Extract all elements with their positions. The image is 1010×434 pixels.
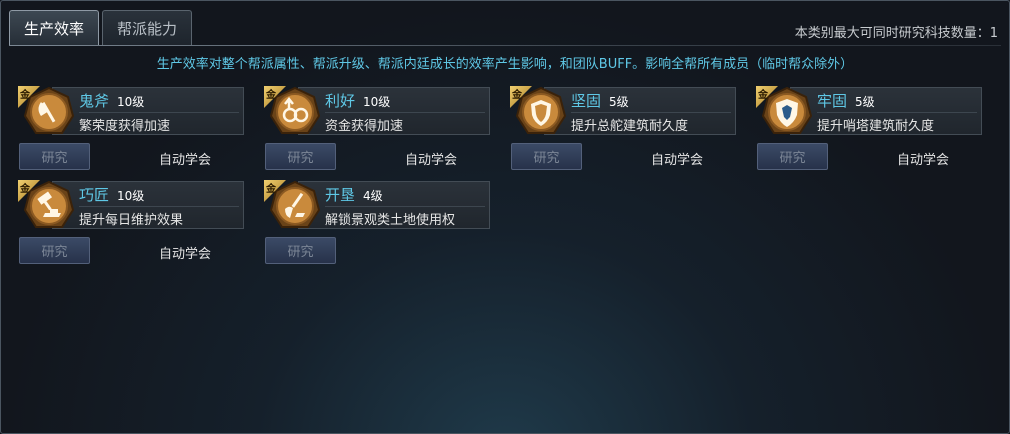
tech-effect: 提升哨塔建筑耐久度 xyxy=(817,119,935,134)
gold-badge-label: 金 xyxy=(512,90,522,101)
tech-effect: 提升每日维护效果 xyxy=(79,213,184,228)
tech-name: 牢固 xyxy=(817,92,848,110)
tech-info-panel: 巧匠 10级 提升每日维护效果 xyxy=(52,181,244,229)
research-button[interactable]: 研究 xyxy=(757,143,828,170)
divider xyxy=(325,206,485,207)
divider xyxy=(79,112,239,113)
tech-icon-slot[interactable]: 金 xyxy=(756,86,816,138)
gold-badge-label: 金 xyxy=(20,184,30,195)
category-description: 生产效率对整个帮派属性、帮派升级、帮派内廷成长的效率产生影响，和团队BUFF。影… xyxy=(156,57,854,72)
tech-info-panel: 利好 10级 资金获得加速 xyxy=(298,87,490,135)
gold-badge-label: 金 xyxy=(758,90,768,101)
gold-badge-label: 金 xyxy=(266,184,276,195)
research-button[interactable]: 研究 xyxy=(19,143,90,170)
tech-name: 坚固 xyxy=(571,92,602,110)
tech-effect: 资金获得加速 xyxy=(325,119,404,134)
tab-divider xyxy=(9,45,1001,46)
tech-card-jiangu: 坚固 5级 提升总舵建筑耐久度 金 研究 自动学会 xyxy=(510,86,736,170)
tech-name: 巧匠 xyxy=(79,186,110,204)
gold-badge-label: 金 xyxy=(266,90,276,101)
tab-production-efficiency[interactable]: 生产效率 xyxy=(9,10,100,46)
tech-card-laogu: 牢固 5级 提升哨塔建筑耐久度 金 研究 自动学会 xyxy=(756,86,982,170)
tech-name: 开垦 xyxy=(325,186,356,204)
divider xyxy=(79,206,239,207)
research-button[interactable]: 研究 xyxy=(265,143,336,170)
tech-icon-slot[interactable]: 金 xyxy=(264,86,324,138)
divider xyxy=(325,112,485,113)
tab-bar: 生产效率 帮派能力 xyxy=(9,10,195,46)
tech-level: 5级 xyxy=(855,95,875,109)
tech-icon-slot[interactable]: 金 xyxy=(510,86,570,138)
divider xyxy=(817,112,977,113)
tech-level: 5级 xyxy=(609,95,629,109)
tech-effect: 提升总舵建筑耐久度 xyxy=(571,119,689,134)
auto-learn-status: 自动学会 xyxy=(651,153,704,168)
research-capacity-text: 本类别最大可同时研究科技数量：1 xyxy=(794,26,998,41)
tech-info-panel: 坚固 5级 提升总舵建筑耐久度 xyxy=(544,87,736,135)
tech-info-panel: 开垦 4级 解锁景观类土地使用权 xyxy=(298,181,490,229)
auto-learn-status: 自动学会 xyxy=(897,153,950,168)
tech-level: 10级 xyxy=(117,95,145,109)
tech-level: 4级 xyxy=(363,189,383,203)
divider xyxy=(571,112,731,113)
tech-level: 10级 xyxy=(363,95,391,109)
tab-guild-ability[interactable]: 帮派能力 xyxy=(102,10,193,46)
tech-effect: 解锁景观类土地使用权 xyxy=(325,213,456,228)
tech-card-kaiken: 开垦 4级 解锁景观类土地使用权 金 研究 xyxy=(264,180,490,264)
tech-card-guifu: 鬼斧 10级 繁荣度获得加速 金 研究 自动学会 xyxy=(18,86,244,170)
auto-learn-status: 自动学会 xyxy=(405,153,458,168)
tech-icon-slot[interactable]: 金 xyxy=(18,86,78,138)
auto-learn-status: 自动学会 xyxy=(159,247,212,262)
tech-info-panel: 牢固 5级 提升哨塔建筑耐久度 xyxy=(790,87,982,135)
research-button[interactable]: 研究 xyxy=(265,237,336,264)
tech-card-qiaojiang: 巧匠 10级 提升每日维护效果 金 研究 自动学会 xyxy=(18,180,244,264)
tech-name: 鬼斧 xyxy=(79,92,110,110)
gold-badge-label: 金 xyxy=(20,90,30,101)
auto-learn-status: 自动学会 xyxy=(159,153,212,168)
tech-card-lihao: 利好 10级 资金获得加速 金 研究 自动学会 xyxy=(264,86,490,170)
research-button[interactable]: 研究 xyxy=(511,143,582,170)
tech-effect: 繁荣度获得加速 xyxy=(79,119,171,134)
tech-icon-slot[interactable]: 金 xyxy=(18,180,78,232)
tech-level: 10级 xyxy=(117,189,145,203)
tech-icon-slot[interactable]: 金 xyxy=(264,180,324,232)
tech-info-panel: 鬼斧 10级 繁荣度获得加速 xyxy=(52,87,244,135)
tech-name: 利好 xyxy=(325,92,356,110)
research-button[interactable]: 研究 xyxy=(19,237,90,264)
